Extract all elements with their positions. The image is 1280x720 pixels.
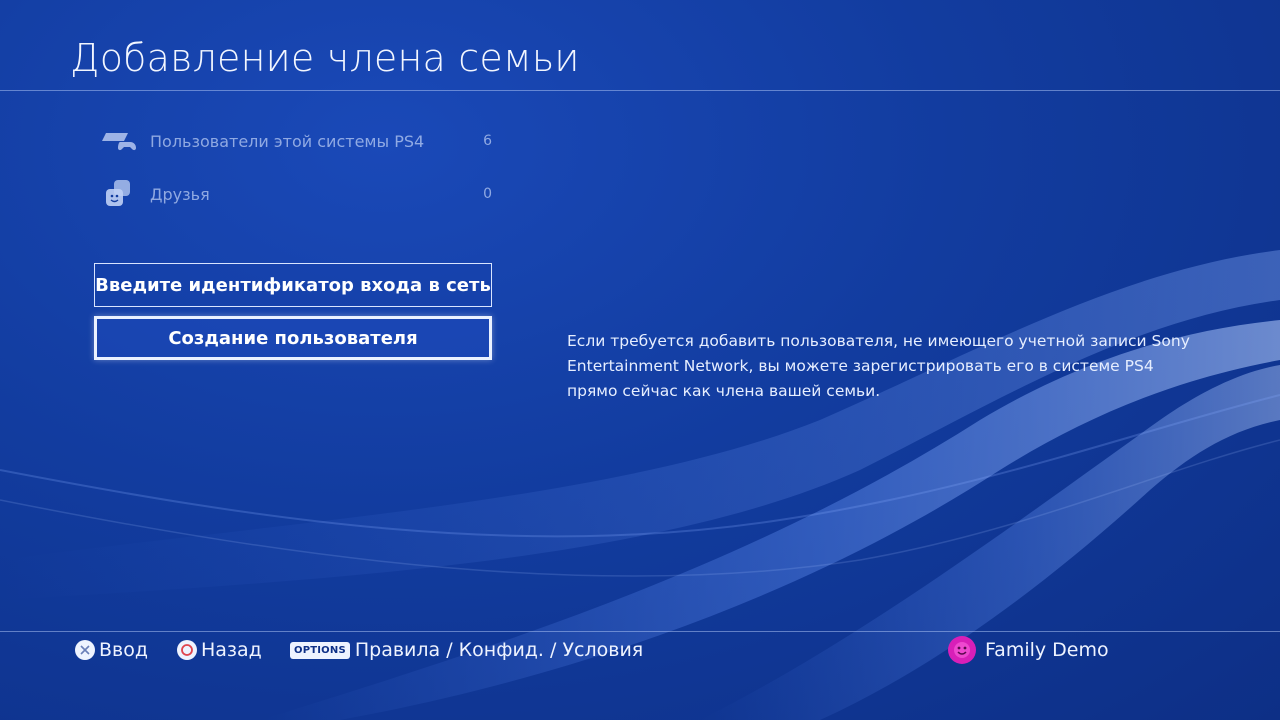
source-label: Друзья [150, 184, 210, 204]
enter-sign-in-id-button[interactable]: Введите идентификатор входа в сеть [94, 263, 492, 307]
footer-back-label: Назад [201, 639, 262, 661]
footer-divider [0, 631, 1280, 632]
create-user-button[interactable]: Создание пользователя [94, 316, 492, 360]
footer-enter-label: Ввод [99, 639, 148, 661]
page-title: Добавление члена семьи [70, 36, 580, 80]
footer-options-hint[interactable]: OPTIONS Правила / Конфид. / Условия [290, 636, 643, 664]
footer-user[interactable]: Family Demo [948, 636, 1109, 664]
avatar [948, 636, 976, 664]
source-count: 0 [483, 186, 492, 202]
cross-button-icon [75, 640, 95, 660]
source-count: 6 [483, 133, 492, 149]
footer-back-hint[interactable]: Назад [177, 636, 262, 664]
options-button-icon: OPTIONS [290, 641, 350, 659]
user-name: Family Demo [985, 639, 1109, 661]
source-label: Пользователи этой системы PS4 [150, 131, 425, 151]
friends-icon [102, 178, 142, 210]
source-row-ps4-users[interactable]: Пользователи этой системы PS4 6 [102, 121, 492, 161]
footer-enter-hint[interactable]: Ввод [75, 636, 148, 664]
footer-options-label: Правила / Конфид. / Условия [354, 639, 644, 661]
help-description: Если требуется добавить пользователя, не… [567, 332, 1190, 400]
source-row-friends[interactable]: Друзья 0 [102, 174, 492, 214]
ps4-console-icon [102, 125, 142, 157]
circle-button-icon [177, 640, 197, 660]
header-divider [0, 90, 1280, 91]
